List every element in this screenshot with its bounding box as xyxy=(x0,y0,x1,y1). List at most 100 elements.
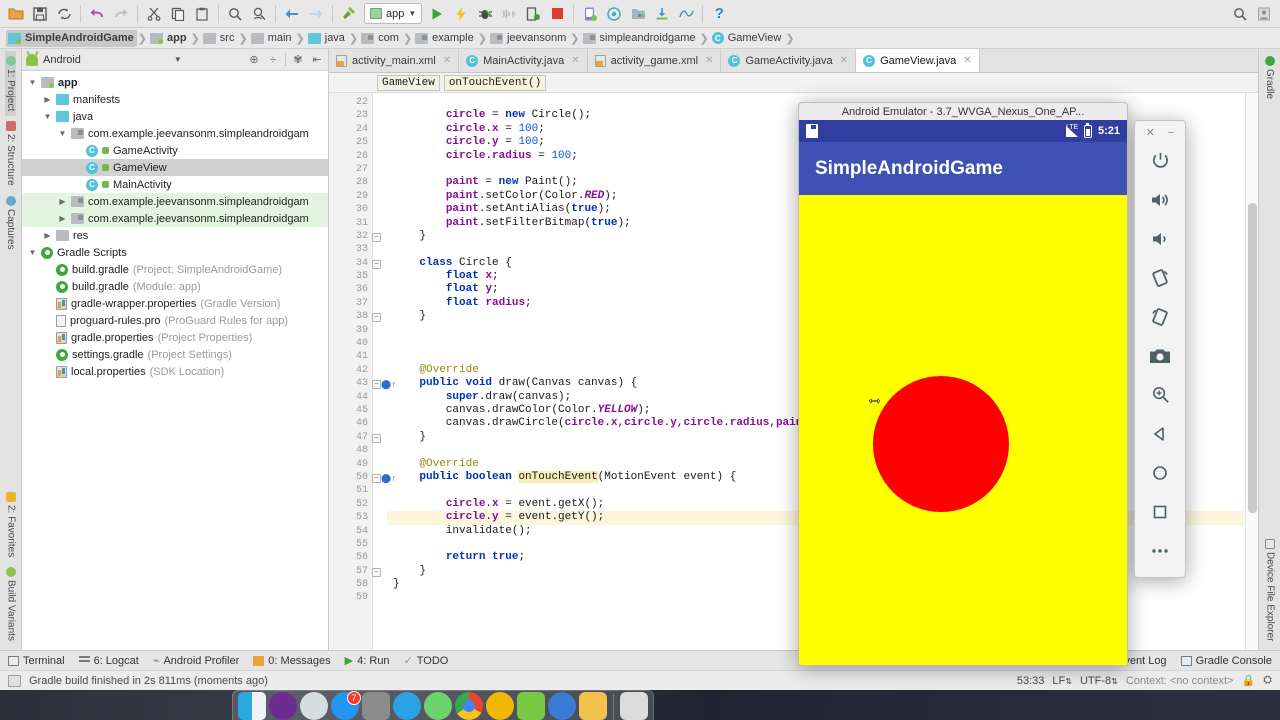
power-icon[interactable] xyxy=(1134,141,1186,180)
chevron-right-icon[interactable]: ▶ xyxy=(43,231,52,240)
line-separator[interactable]: LF⇅ xyxy=(1052,675,1072,687)
breadcrumb-item-main[interactable]: main xyxy=(249,30,295,47)
home-circle-icon[interactable] xyxy=(1134,453,1186,492)
run-icon[interactable] xyxy=(426,3,448,25)
dock-item-system-preferences[interactable] xyxy=(362,692,390,720)
tool-window-button[interactable]: ▶ 4: Run xyxy=(345,654,390,668)
close-icon[interactable]: ✕ xyxy=(571,55,579,66)
inspection-icon[interactable]: ⛭ xyxy=(1263,674,1272,687)
minimize-icon[interactable]: − xyxy=(1168,127,1174,139)
sdk-manager-icon[interactable] xyxy=(603,3,625,25)
rotate-right-icon[interactable] xyxy=(1134,297,1186,336)
close-icon[interactable]: ✕ xyxy=(443,55,451,66)
undo-icon[interactable] xyxy=(86,3,108,25)
project-view-selector[interactable]: Android xyxy=(43,54,81,66)
tree-node[interactable]: C GameView xyxy=(22,159,328,176)
breadcrumb-item-src[interactable]: src xyxy=(201,30,238,47)
sidebar-item-favorites[interactable]: 2: Favorites xyxy=(6,487,17,562)
save-all-icon[interactable] xyxy=(29,3,51,25)
search-icon[interactable] xyxy=(224,3,246,25)
editor-tab[interactable]: C GameActivity.java ✕ xyxy=(721,49,857,72)
close-icon[interactable]: ✕ xyxy=(1146,126,1155,139)
overview-square-icon[interactable] xyxy=(1134,492,1186,531)
dock-item-app-store[interactable]: 7 xyxy=(331,691,361,720)
fold-column[interactable] xyxy=(373,93,387,650)
debug-attach-icon[interactable] xyxy=(498,3,520,25)
editor-tab[interactable]: activity_game.xml ✕ xyxy=(587,49,722,72)
editor-tab[interactable]: C MainActivity.java ✕ xyxy=(459,49,588,72)
screenshot-camera-icon[interactable] xyxy=(1134,336,1186,375)
back-icon[interactable] xyxy=(281,3,303,25)
close-icon[interactable]: ✕ xyxy=(705,55,713,66)
fold-toggle-icon[interactable]: − xyxy=(372,433,381,443)
tree-node[interactable]: ▶ res xyxy=(22,227,328,244)
fold-toggle-icon[interactable]: − xyxy=(372,473,381,483)
lock-icon[interactable]: 🔒 xyxy=(1241,674,1255,687)
android-emulator-window[interactable]: Android Emulator - 3.7_WVGA_Nexus_One_AP… xyxy=(798,102,1188,666)
tool-window-button[interactable]: 6: Logcat xyxy=(78,655,139,667)
profiler-icon[interactable] xyxy=(675,3,697,25)
tree-node[interactable]: ▶ com.example.jeevansonm.simpleandroidgam xyxy=(22,193,328,210)
replace-icon[interactable] xyxy=(248,3,270,25)
game-canvas[interactable] xyxy=(799,195,1127,665)
game-circle[interactable] xyxy=(873,376,1009,512)
sidebar-item-project[interactable]: 1: Project xyxy=(5,51,16,117)
emulator-screen[interactable]: LTE 5:21 SimpleAndroidGame xyxy=(798,120,1128,666)
redo-icon[interactable] xyxy=(110,3,132,25)
tree-node[interactable]: build.gradle (Project: SimpleAndroidGame) xyxy=(22,261,328,278)
caret-position[interactable]: 53:33 xyxy=(1017,675,1045,687)
close-icon[interactable]: ✕ xyxy=(963,55,971,66)
account-icon[interactable] xyxy=(1253,3,1275,25)
cut-icon[interactable] xyxy=(143,3,165,25)
search-everywhere-icon[interactable] xyxy=(1229,3,1251,25)
fold-toggle-icon[interactable]: − xyxy=(372,380,381,390)
more-ellipsis-icon[interactable] xyxy=(1134,531,1186,570)
tree-node[interactable]: proguard-rules.pro (ProGuard Rules for ap… xyxy=(22,312,328,329)
breadcrumb-class[interactable]: GameView xyxy=(377,74,440,91)
chevron-down-icon[interactable]: ▼ xyxy=(58,129,67,138)
tree-node[interactable]: ▼ com.example.jeevansonm.simpleandroidgam xyxy=(22,125,328,142)
copy-icon[interactable] xyxy=(167,3,189,25)
dock-item-siri[interactable] xyxy=(269,692,297,720)
run-with-coverage-icon[interactable] xyxy=(522,3,544,25)
dock-item-text-editor[interactable] xyxy=(517,692,545,720)
tree-node[interactable]: build.gradle (Module: app) xyxy=(22,278,328,295)
apply-changes-icon[interactable] xyxy=(450,3,472,25)
chevron-down-icon[interactable]: ▼ xyxy=(174,55,182,64)
breadcrumb-item-project[interactable]: SimpleAndroidGame xyxy=(6,29,137,47)
tree-node[interactable]: ▼ Gradle Scripts xyxy=(22,244,328,261)
breadcrumb-item-gameview[interactable]: C GameView xyxy=(710,30,785,47)
expand-collapse-icon[interactable]: ÷ xyxy=(266,54,280,66)
sidebar-item-structure[interactable]: 2: Structure xyxy=(5,116,16,191)
fold-toggle-icon[interactable]: − xyxy=(372,259,381,269)
rotate-left-icon[interactable] xyxy=(1134,258,1186,297)
breadcrumb-item-example[interactable]: example xyxy=(413,30,477,47)
tree-node[interactable]: ▼ app xyxy=(22,74,328,91)
tree-node[interactable]: ▶ manifests xyxy=(22,91,328,108)
encoding[interactable]: UTF-8⇅ xyxy=(1080,675,1118,687)
tool-window-button[interactable]: ⌁ Android Profiler xyxy=(153,654,239,668)
breadcrumb-method[interactable]: onTouchEvent() xyxy=(443,74,547,91)
paste-icon[interactable] xyxy=(191,3,213,25)
chevron-right-icon[interactable]: ▶ xyxy=(43,95,52,104)
tree-node[interactable]: local.properties (SDK Location) xyxy=(22,363,328,380)
run-configuration-selector[interactable]: app ▼ xyxy=(364,3,423,24)
settings-gear-icon[interactable]: ✾ xyxy=(291,53,305,66)
zoom-icon[interactable] xyxy=(1134,375,1186,414)
volume-up-icon[interactable] xyxy=(1134,180,1186,219)
hide-panel-icon[interactable]: ⇤ xyxy=(310,53,324,66)
back-triangle-icon[interactable] xyxy=(1134,414,1186,453)
sidebar-item-captures[interactable]: Captures xyxy=(5,191,16,255)
forward-icon[interactable] xyxy=(305,3,327,25)
dock-item-chrome[interactable] xyxy=(455,692,483,720)
sidebar-item-device-file-explorer[interactable]: Device File Explorer xyxy=(1265,534,1276,646)
build-hammer-icon[interactable] xyxy=(338,3,360,25)
breadcrumb-item-com[interactable]: com xyxy=(359,30,402,47)
project-structure-icon[interactable] xyxy=(627,3,649,25)
tool-window-button[interactable]: Gradle Console xyxy=(1180,655,1272,667)
chevron-down-icon[interactable]: ▼ xyxy=(28,78,37,87)
debug-icon[interactable] xyxy=(474,3,496,25)
editor-scrollbar[interactable] xyxy=(1245,93,1258,650)
emulator-title-bar[interactable]: Android Emulator - 3.7_WVGA_Nexus_One_AP… xyxy=(798,102,1128,120)
tree-node[interactable]: gradle.properties (Project Properties) xyxy=(22,329,328,346)
